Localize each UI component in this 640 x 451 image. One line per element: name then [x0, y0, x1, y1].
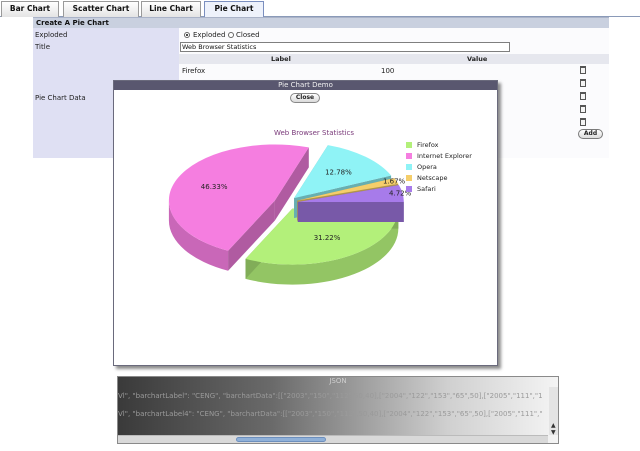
- scroll-up-icon[interactable]: ▲: [551, 422, 556, 429]
- chart-legend: Firefox Internet Explorer Opera Netscape Saf…: [406, 141, 472, 193]
- value-column-header: Value: [467, 55, 488, 63]
- tab-scatter-chart[interactable]: Scatter Chart: [63, 1, 139, 17]
- legend-label: Firefox: [417, 141, 439, 149]
- row-value-cell[interactable]: 100: [381, 67, 394, 75]
- legend-swatch: [406, 153, 412, 159]
- slice-data-label: 12.78%: [325, 169, 352, 177]
- json-panel: JSON Vl", "barchartLabel": "CENG", "barc…: [117, 376, 559, 444]
- delete-row-icon[interactable]: [580, 79, 586, 87]
- delete-row-icon[interactable]: [580, 66, 586, 74]
- closed-option-label: Closed: [236, 31, 260, 39]
- legend-label: Safari: [417, 185, 436, 193]
- legend-label: Internet Explorer: [417, 152, 472, 160]
- legend-swatch: [406, 164, 412, 170]
- tab-pie-chart[interactable]: Pie Chart: [204, 1, 264, 17]
- slice-data-label: 1.67%: [383, 177, 406, 185]
- form-header: Create A Pie Chart: [33, 17, 609, 28]
- json-text-line: Vl", "barchartLabel": "CENG", "barchartD…: [118, 392, 543, 400]
- tab-bar: Bar Chart Scatter Chart Line Chart Pie C…: [0, 0, 640, 17]
- legend-swatch: [406, 175, 412, 181]
- data-table-header: Label Value: [179, 54, 609, 64]
- slice-data-label: 31.22%: [314, 234, 341, 242]
- exploded-option-label: Exploded: [193, 31, 226, 39]
- legend-label: Opera: [417, 163, 437, 171]
- tab-bar-chart[interactable]: Bar Chart: [1, 1, 59, 17]
- pie-chart-data-label: Pie Chart Data: [35, 94, 86, 102]
- exploded-label: Exploded: [35, 31, 68, 39]
- slice-data-label: 46.33%: [201, 183, 228, 191]
- delete-row-icon[interactable]: [580, 118, 586, 126]
- closed-radio[interactable]: [228, 32, 234, 38]
- pie-chart-dialog: Pie Chart Demo Close Web Browser Statist…: [113, 80, 498, 366]
- pie-chart: 31.22%46.33%12.78%1.67%4.72%FirefoxInter…: [168, 141, 472, 285]
- add-row-button[interactable]: Add: [578, 129, 603, 139]
- exploded-radio[interactable]: [184, 32, 190, 38]
- tab-line-chart[interactable]: Line Chart: [141, 1, 201, 17]
- legend-swatch: [406, 142, 412, 148]
- title-input[interactable]: Web Browser Statistics: [180, 42, 510, 52]
- json-text-line: Vl", "barchartLabel4": "CENG", "barchart…: [118, 410, 543, 418]
- title-label: Title: [35, 43, 51, 51]
- vertical-scrollbar[interactable]: ▲ ▼: [549, 387, 558, 436]
- delete-row-icon[interactable]: [580, 105, 586, 113]
- legend-label: Netscape: [417, 174, 447, 182]
- delete-row-icon[interactable]: [580, 92, 586, 100]
- legend-swatch: [406, 186, 412, 192]
- horizontal-scrollbar[interactable]: [118, 435, 548, 443]
- scrollbar-thumb[interactable]: [236, 437, 326, 442]
- scroll-down-icon[interactable]: ▼: [551, 429, 556, 436]
- row-label-cell[interactable]: Firefox: [182, 67, 205, 75]
- json-panel-title: JSON: [329, 377, 347, 385]
- label-column-header: Label: [271, 55, 291, 63]
